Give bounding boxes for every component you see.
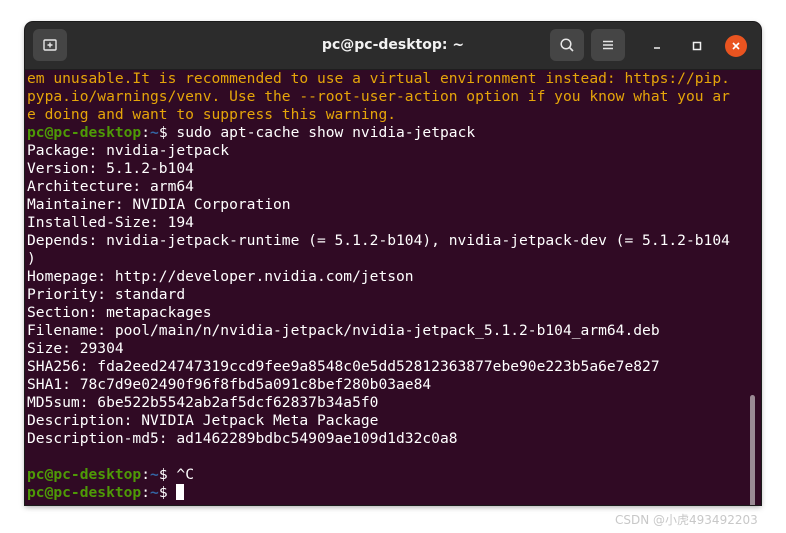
warning-line: pypa.io/warnings/venv. Use the --root-us… (27, 88, 730, 105)
output-line: Architecture: arm64 (27, 178, 194, 195)
prompt-user: pc@pc-desktop (27, 484, 142, 501)
minimize-icon (654, 47, 660, 49)
title-bar[interactable]: pc@pc-desktop: ~ (25, 22, 761, 70)
prompt-path: ~ (150, 124, 159, 141)
prompt-dollar: $ (158, 466, 177, 483)
output-line: Homepage: http://developer.nvidia.com/je… (27, 268, 414, 285)
terminal-output[interactable]: em unusable.It is recommended to use a v… (25, 70, 761, 505)
command-text: sudo apt-cache show nvidia-jetpack (176, 124, 476, 141)
menu-button[interactable] (591, 29, 625, 61)
hamburger-menu-icon (603, 40, 613, 50)
command-text: ^C (176, 466, 194, 483)
prompt-user: pc@pc-desktop (27, 466, 142, 483)
prompt-dollar: $ (158, 484, 177, 501)
close-icon (732, 42, 740, 50)
output-line: MD5sum: 6be522b5542ab2af5dcf62837b34a5f0 (27, 394, 379, 411)
search-button[interactable] (550, 29, 584, 61)
maximize-icon (692, 41, 702, 51)
prompt-dollar: $ (158, 124, 177, 141)
close-button[interactable] (725, 35, 747, 57)
output-line: Installed-Size: 194 (27, 214, 194, 231)
prompt-separator: : (141, 466, 151, 483)
output-line: ) (27, 250, 36, 267)
minimize-button[interactable] (646, 35, 668, 57)
output-line: SHA256: fda2eed24747319ccd9fee9a8548c0e5… (27, 358, 660, 375)
prompt-path: ~ (150, 466, 159, 483)
new-tab-icon (43, 39, 57, 51)
output-line: Filename: pool/main/n/nvidia-jetpack/nvi… (27, 322, 660, 339)
output-line: SHA1: 78c7d9e02490f96f8fbd5a091c8bef280b… (27, 376, 432, 393)
prompt-line: pc@pc-desktop:~$ ^C (27, 466, 761, 484)
output-line: Description-md5: ad1462289bdbc54909ae109… (27, 430, 458, 447)
prompt-path: ~ (150, 484, 159, 501)
new-tab-button[interactable] (33, 29, 67, 61)
search-icon (560, 38, 574, 52)
vertical-scrollbar[interactable] (750, 395, 755, 505)
output-line: Description: NVIDIA Jetpack Meta Package (27, 412, 379, 429)
warning-line: e doing and want to suppress this warnin… (27, 106, 397, 123)
output-line: Section: metapackages (27, 304, 212, 321)
terminal-window: pc@pc-desktop: ~ em unusable.It is recom… (25, 22, 761, 505)
watermark: CSDN @小虎493492203 (615, 513, 758, 527)
output-line: Maintainer: NVIDIA Corporation (27, 196, 291, 213)
prompt-line: pc@pc-desktop:~$ sudo apt-cache show nvi… (27, 124, 761, 142)
prompt-user: pc@pc-desktop (27, 124, 142, 141)
output-line: Version: 5.1.2-b104 (27, 160, 194, 177)
output-line: Depends: nvidia-jetpack-runtime (= 5.1.2… (27, 232, 730, 249)
warning-line: em unusable.It is recommended to use a v… (27, 70, 730, 87)
output-line: Priority: standard (27, 286, 186, 303)
prompt-separator: : (141, 484, 151, 501)
maximize-button[interactable] (686, 35, 708, 57)
text-cursor (176, 484, 185, 500)
output-line: Package: nvidia-jetpack (27, 142, 230, 159)
output-line: Size: 29304 (27, 340, 124, 357)
prompt-line[interactable]: pc@pc-desktop:~$ (27, 484, 761, 502)
prompt-separator: : (141, 124, 151, 141)
